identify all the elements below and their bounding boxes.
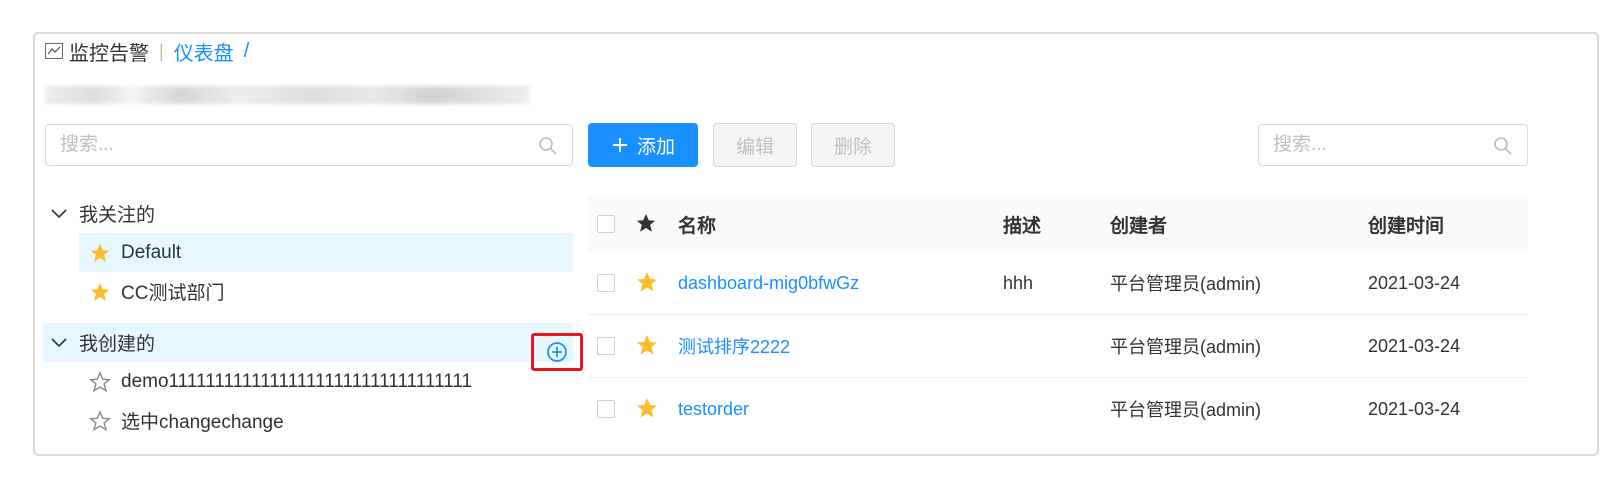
breadcrumb-separator: | — [159, 40, 164, 61]
star-outline-icon[interactable] — [89, 370, 111, 393]
tree-group-label: 我创建的 — [79, 334, 156, 355]
monitor-chart-icon — [45, 43, 63, 59]
tree-item-label: CC测试部门 — [121, 283, 225, 304]
tree-item-cc[interactable]: CC测试部门 — [79, 272, 573, 311]
table-search-input[interactable] — [1259, 125, 1527, 165]
tree-item-label: 选中changechange — [121, 412, 284, 433]
dashboard-created-time: 2021-03-24 — [1368, 272, 1461, 293]
star-filled-icon[interactable] — [89, 281, 111, 303]
star-column-icon — [636, 213, 656, 232]
dashboard-creator: 平台管理员(admin) — [1110, 337, 1262, 357]
breadcrumb-root[interactable]: 监控告警 — [69, 37, 149, 66]
breadcrumb-slash: / — [243, 39, 250, 62]
table-row: dashboard-mig0bfwGz hhh 平台管理员(admin) 202… — [588, 252, 1528, 315]
table-header: 名称 描述 创建者 创建时间 — [588, 196, 1528, 252]
search-icon[interactable] — [538, 136, 558, 156]
tree-item-label: Default — [121, 241, 182, 263]
table-row: 测试排序2222 平台管理员(admin) 2021-03-24 — [588, 315, 1528, 378]
select-all-checkbox[interactable] — [597, 215, 615, 233]
dashboard-created-time: 2021-03-24 — [1368, 398, 1461, 419]
delete-button[interactable]: 删除 — [811, 123, 895, 167]
star-outline-icon[interactable] — [89, 409, 111, 432]
tree-item-selected-change[interactable]: 选中changechange — [79, 401, 573, 440]
chevron-down-icon[interactable] — [49, 333, 69, 353]
table-row: testorder 平台管理员(admin) 2021-03-24 — [588, 378, 1528, 440]
dashboard-created-time: 2021-03-24 — [1368, 335, 1461, 356]
star-filled-icon[interactable] — [635, 333, 659, 357]
dashboard-name-link[interactable]: testorder — [678, 399, 749, 420]
column-header-creator[interactable]: 创建者 — [1110, 211, 1167, 238]
edit-button-label: 编辑 — [735, 136, 774, 158]
tree-search-input[interactable] — [46, 125, 572, 165]
star-filled-icon[interactable] — [89, 242, 111, 264]
dashboard-description: hhh — [1003, 272, 1034, 293]
delete-button-label: 删除 — [833, 136, 872, 158]
tree-group-created[interactable]: 我创建的 — [43, 323, 573, 362]
dashboard-creator: 平台管理员(admin) — [1110, 400, 1262, 420]
add-button-label: 添加 — [636, 136, 675, 158]
dashboard-tree: 我关注的 Default CC测试部门 我创建的 demo11111111111… — [43, 194, 573, 440]
add-button[interactable]: 添加 — [588, 123, 698, 167]
row-checkbox[interactable] — [597, 274, 615, 292]
add-group-item-button[interactable] — [531, 333, 583, 371]
tree-item-demo[interactable]: demo111111111111111111111111111111111 — [79, 362, 573, 401]
row-checkbox[interactable] — [597, 337, 615, 355]
dashboard-panel: 监控告警 | 仪表盘 / 我关注的 Default CC测试部门 我创建的 de… — [33, 32, 1599, 456]
blurred-subtitle — [45, 86, 530, 104]
table-search-field[interactable] — [1258, 124, 1528, 166]
tree-item-default[interactable]: Default — [79, 233, 573, 272]
row-checkbox[interactable] — [597, 400, 615, 418]
star-filled-icon[interactable] — [635, 396, 659, 420]
chevron-down-icon[interactable] — [49, 204, 69, 224]
dashboard-table: 名称 描述 创建者 创建时间 dashboard-mig0bfwGz hhh 平… — [588, 196, 1528, 440]
column-header-created-time[interactable]: 创建时间 — [1368, 211, 1444, 238]
plus-circle-icon[interactable] — [546, 341, 568, 363]
breadcrumb-current[interactable]: 仪表盘 — [174, 37, 234, 66]
search-icon[interactable] — [1493, 136, 1513, 156]
column-header-description[interactable]: 描述 — [1003, 211, 1041, 238]
dashboard-creator: 平台管理员(admin) — [1110, 274, 1262, 294]
tree-search-field[interactable] — [45, 124, 573, 166]
tree-item-label: demo111111111111111111111111111111111 — [121, 370, 473, 392]
tree-group-label: 我关注的 — [79, 205, 156, 226]
dashboard-name-link[interactable]: 测试排序2222 — [678, 333, 790, 359]
tree-group-following[interactable]: 我关注的 — [43, 194, 573, 233]
edit-button[interactable]: 编辑 — [713, 123, 797, 167]
breadcrumb: 监控告警 | 仪表盘 / — [45, 37, 250, 66]
column-header-name[interactable]: 名称 — [678, 211, 716, 238]
plus-icon — [612, 138, 627, 152]
dashboard-name-link[interactable]: dashboard-mig0bfwGz — [678, 273, 859, 294]
star-filled-icon[interactable] — [635, 270, 659, 294]
